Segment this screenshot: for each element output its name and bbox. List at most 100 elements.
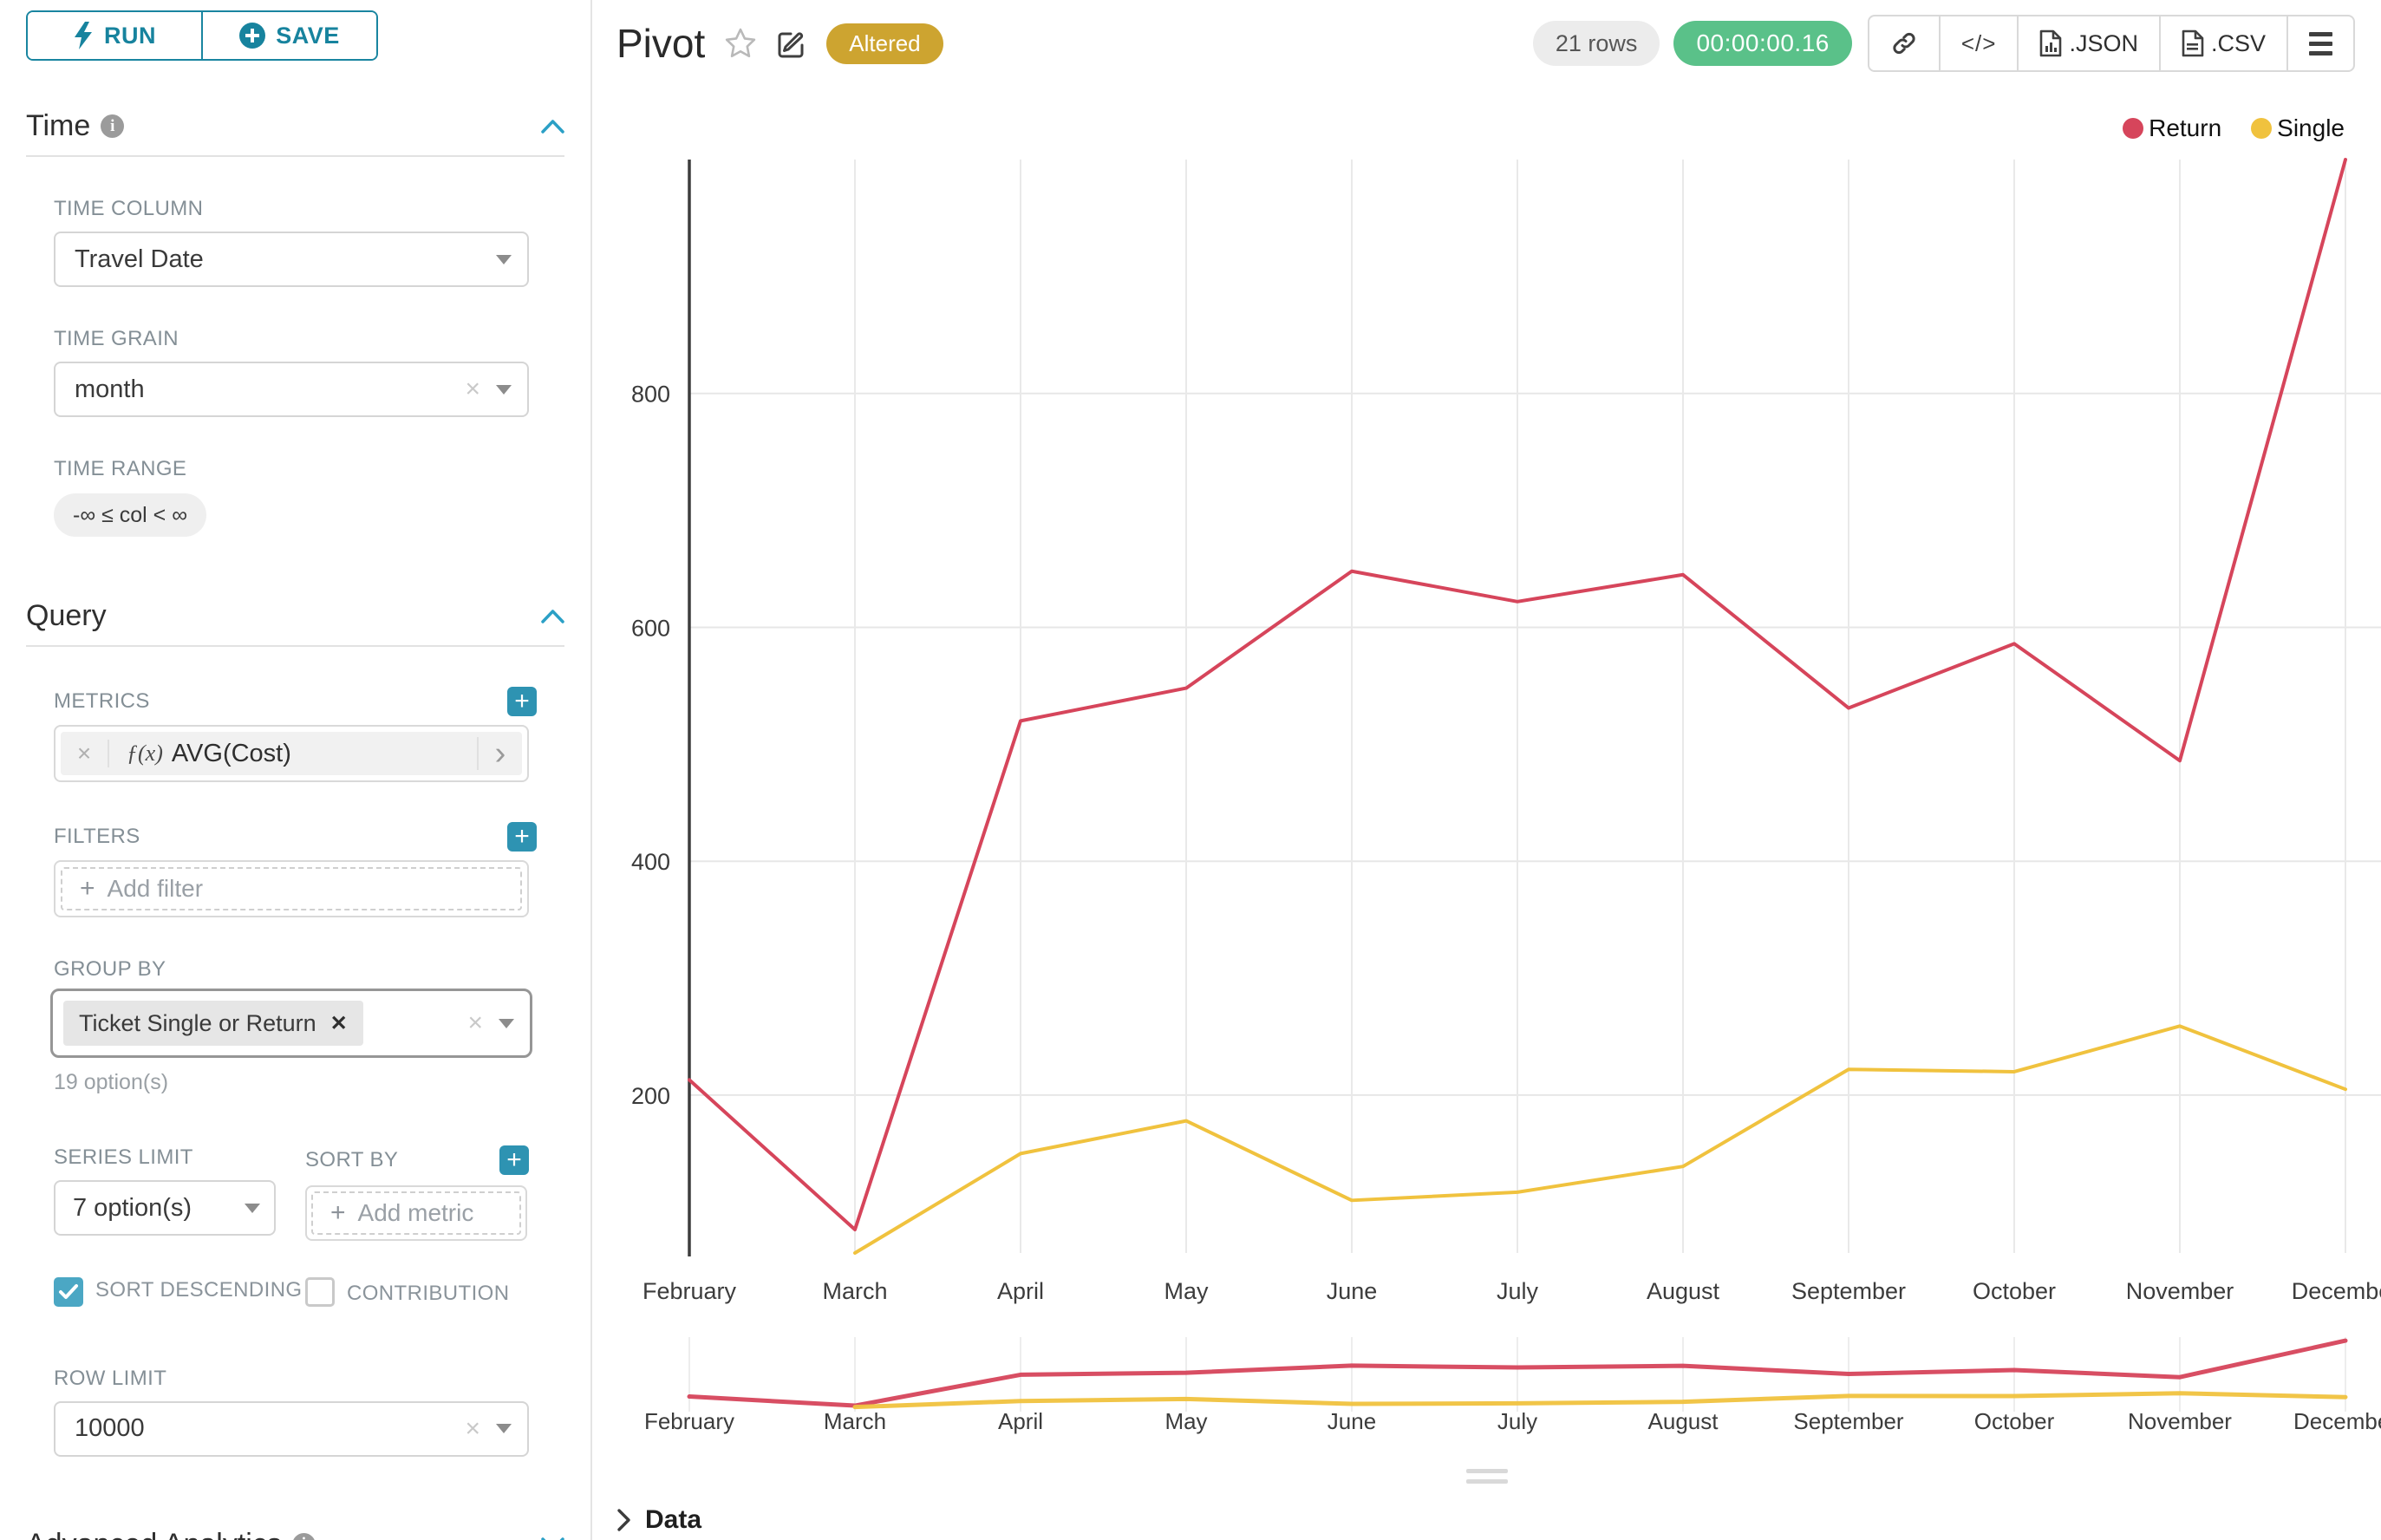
metric-value: AVG(Cost) (172, 740, 477, 768)
svg-text:200: 200 (631, 1083, 670, 1109)
add-sort-metric-button[interactable]: + (499, 1145, 529, 1175)
metrics-container: × ƒ(x) AVG(Cost) › (54, 725, 529, 782)
sort-by-container: + Add metric (305, 1185, 527, 1241)
time-column-label: TIME COLUMN (54, 197, 564, 221)
add-filter-button[interactable]: + (507, 822, 537, 852)
chevron-up-icon[interactable] (541, 609, 564, 623)
time-section-header[interactable]: Time i (26, 109, 564, 143)
svg-text:600: 600 (631, 615, 670, 641)
line-chart[interactable]: 200 400 600 800 February March April May June Jul… (592, 87, 2381, 1439)
row-limit-value: 10000 (75, 1414, 465, 1443)
svg-text:March: March (824, 1408, 886, 1434)
time-grain-label: TIME GRAIN (54, 327, 564, 351)
filters-label: FILTERS (54, 825, 140, 849)
lightning-icon (73, 22, 94, 49)
svg-text:August: August (1647, 1278, 1720, 1304)
link-icon (1890, 29, 1918, 57)
svg-text:February: February (643, 1278, 737, 1304)
row-count-badge: 21 rows (1533, 21, 1660, 66)
group-by-label: GROUP BY (54, 957, 564, 982)
add-filter-label: Add filter (108, 875, 204, 903)
check-icon (58, 1283, 79, 1301)
row-limit-label: ROW LIMIT (54, 1367, 564, 1391)
time-range-pill[interactable]: -∞ ≤ col < ∞ (54, 493, 206, 537)
save-button[interactable]: SAVE (203, 12, 376, 59)
add-metric-label: Add metric (358, 1199, 474, 1227)
svg-text:May: May (1164, 1408, 1207, 1434)
favorite-star-icon[interactable] (724, 28, 757, 59)
data-panel-label: Data (645, 1505, 701, 1535)
explore-view: RUN SAVE Time i TIME COLUMN Travel D (0, 0, 2381, 1540)
fx-icon: ƒ(x) (127, 741, 163, 767)
run-save-button-group: RUN SAVE (26, 10, 378, 61)
advanced-analytics-title: Advanced Analytics (26, 1528, 282, 1540)
json-file-icon (2039, 29, 2062, 57)
group-by-tag[interactable]: Ticket Single or Return ✕ (63, 1001, 363, 1046)
more-options-button[interactable] (2288, 16, 2353, 70)
chevron-down-icon (499, 1019, 514, 1028)
time-grain-select[interactable]: month × (54, 362, 529, 417)
embed-code-button[interactable]: </> (1941, 16, 2019, 70)
svg-text:July: July (1497, 1408, 1537, 1434)
export-toolbar: </> .JSON (1868, 15, 2355, 72)
svg-text:December: December (2293, 1408, 2381, 1434)
time-column-value: Travel Date (75, 245, 496, 274)
plus-icon: + (330, 1198, 346, 1228)
info-icon: i (292, 1533, 316, 1540)
options-hint: 19 option(s) (54, 1070, 564, 1095)
remove-tag-icon[interactable]: ✕ (330, 1011, 348, 1036)
contribution-checkbox[interactable] (305, 1277, 335, 1307)
remove-metric-icon[interactable]: × (61, 740, 109, 767)
altered-badge[interactable]: Altered (826, 23, 943, 64)
svg-text:April: April (997, 1278, 1044, 1304)
svg-text:400: 400 (631, 849, 670, 875)
menu-icon (2309, 32, 2332, 55)
add-sort-metric-dropzone[interactable]: + Add metric (311, 1191, 521, 1235)
chevron-down-icon (496, 255, 512, 264)
clear-icon[interactable]: × (467, 1008, 483, 1038)
svg-text:October: October (1973, 1278, 2056, 1304)
filters-container: + Add filter (54, 860, 529, 917)
export-json-button[interactable]: .JSON (2019, 16, 2161, 70)
add-metric-button[interactable]: + (507, 687, 537, 716)
chevron-up-icon[interactable] (541, 119, 564, 134)
plus-circle-icon (239, 23, 265, 49)
chevron-down-icon (496, 385, 512, 395)
section-divider (26, 155, 564, 157)
series-limit-select[interactable]: 7 option(s) (54, 1180, 276, 1236)
copy-link-button[interactable] (1869, 16, 1941, 70)
svg-text:August: August (1648, 1408, 1719, 1434)
metric-pill[interactable]: × ƒ(x) AVG(Cost) › (61, 732, 522, 775)
svg-text:May: May (1164, 1278, 1209, 1304)
query-section-header[interactable]: Query (26, 599, 564, 633)
chart-panel: Pivot Altered 21 rows 00:00:00.16 (592, 0, 2381, 1540)
sort-descending-checkbox[interactable] (54, 1277, 83, 1307)
query-timer-badge: 00:00:00.16 (1673, 21, 1851, 66)
run-button-label: RUN (104, 23, 156, 49)
svg-text:November: November (2126, 1278, 2234, 1304)
time-range-label: TIME RANGE (54, 457, 564, 481)
group-by-tag-label: Ticket Single or Return (79, 1010, 316, 1037)
svg-text:800: 800 (631, 382, 670, 408)
data-panel-toggle[interactable]: Data (616, 1505, 701, 1535)
series-limit-label: SERIES LIMIT (54, 1145, 305, 1170)
advanced-analytics-header[interactable]: Advanced Analytics i (26, 1528, 564, 1540)
row-limit-select[interactable]: 10000 × (54, 1401, 529, 1457)
time-column-select[interactable]: Travel Date (54, 232, 529, 287)
add-filter-dropzone[interactable]: + Add filter (61, 867, 522, 910)
edit-properties-icon[interactable] (776, 28, 807, 59)
export-csv-button[interactable]: .CSV (2161, 16, 2288, 70)
clear-icon[interactable]: × (465, 375, 480, 404)
run-button[interactable]: RUN (28, 12, 203, 59)
svg-text:June: June (1327, 1408, 1376, 1434)
chevron-right-icon[interactable]: › (477, 737, 522, 770)
sort-by-label: SORT BY (305, 1148, 398, 1172)
svg-text:February: February (644, 1408, 734, 1434)
time-section-title: Time (26, 109, 90, 143)
plus-icon: + (80, 874, 95, 904)
group-by-select[interactable]: Ticket Single or Return ✕ × (50, 989, 532, 1058)
clear-icon[interactable]: × (465, 1414, 480, 1444)
svg-text:June: June (1327, 1278, 1378, 1304)
svg-text:April: April (998, 1408, 1043, 1434)
panel-resize-handle[interactable] (1466, 1469, 1508, 1484)
